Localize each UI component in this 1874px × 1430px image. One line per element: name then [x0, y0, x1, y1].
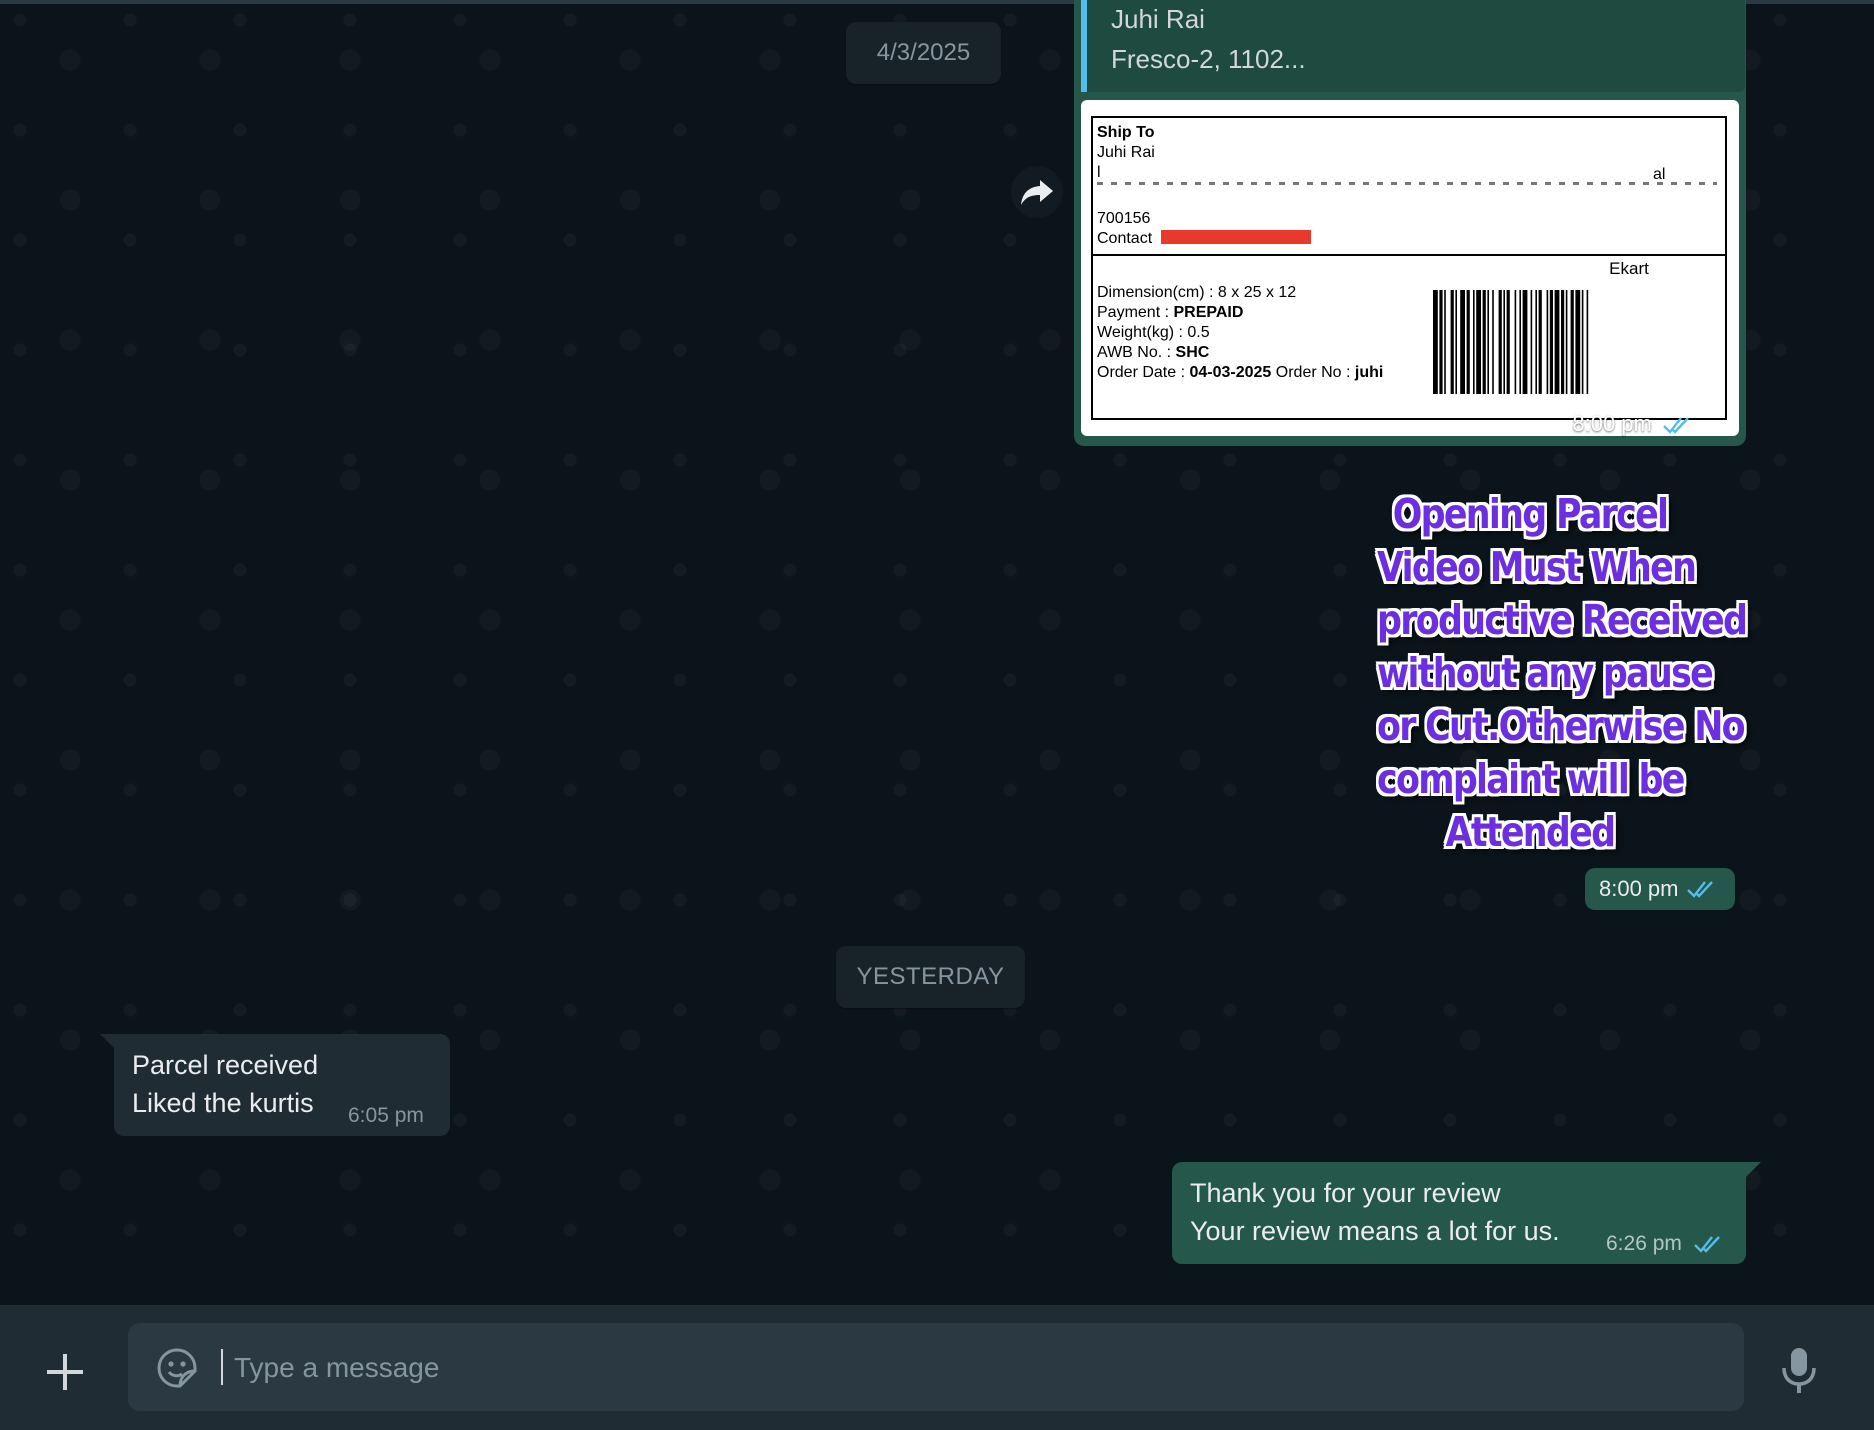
sticker-message[interactable]: Opening Parcel Video Must When productive …	[1377, 488, 1748, 864]
double-check-icon	[1663, 417, 1689, 434]
plus-icon	[47, 1354, 83, 1390]
barcode-bar	[1586, 290, 1589, 394]
barcode-bar	[1466, 290, 1470, 394]
contact-label: Contact	[1097, 230, 1153, 247]
sticker-button[interactable]	[156, 1347, 198, 1389]
message-input[interactable]	[232, 1337, 1716, 1399]
dimension: Dimension(cm) : 8 x 25 x 12	[1097, 284, 1297, 301]
barcode-bar	[1498, 290, 1502, 394]
message-time: 8:00 pm	[1572, 411, 1692, 437]
mic-icon	[1782, 1348, 1816, 1393]
barcode-bar	[1439, 290, 1443, 394]
barcode-bar	[1460, 290, 1465, 394]
barcode-bar	[1575, 290, 1581, 394]
barcode-bar	[1455, 290, 1457, 394]
message-time: 6:26 pm	[1606, 1232, 1724, 1256]
barcode-bar	[1450, 290, 1454, 394]
shipping-label-image[interactable]: Ship To Juhi Rai l al 700156 Contact Eka…	[1081, 100, 1739, 436]
message-text-line: Thank you for your review	[1190, 1178, 1501, 1208]
ship-to-section: Ship To Juhi Rai l al 700156 Contact	[1093, 118, 1725, 256]
voice-message-button[interactable]	[1776, 1345, 1822, 1395]
sticker-text-line: Opening Parcel	[1392, 490, 1669, 538]
double-check-icon	[1693, 1236, 1720, 1254]
order-details: Order Date : 04-03-2025 Order No : juhi	[1097, 364, 1384, 381]
message-time: 6:05 pm	[348, 1104, 424, 1127]
incoming-message[interactable]: Parcel received Liked the kurtis 6:05 pm	[114, 1034, 450, 1136]
bubble-tail	[1745, 1162, 1761, 1178]
barcode-bar	[1476, 290, 1481, 394]
date-separator: 4/3/2025	[846, 22, 1001, 84]
awb-number: AWB No. : SHC	[1097, 344, 1210, 361]
barcode-bar	[1581, 290, 1584, 394]
forward-button[interactable]	[1011, 166, 1063, 218]
barcode-bar	[1506, 290, 1510, 394]
forward-icon	[1021, 180, 1053, 205]
barcode-bar	[1444, 290, 1446, 394]
barcode-bar	[1433, 290, 1438, 394]
barcode-bar	[1514, 290, 1517, 394]
barcode-bar	[1565, 290, 1568, 394]
quoted-message[interactable]: Juhi Rai Fresco-2, 1102...	[1081, 0, 1745, 92]
pincode: 700156	[1097, 210, 1151, 227]
sticker-time: 8:00 pm	[1585, 868, 1735, 910]
barcode-bar	[1492, 290, 1494, 394]
message-text-line: Parcel received	[132, 1050, 319, 1080]
sticker-text-line: without any pause	[1377, 649, 1714, 697]
ship-to-heading: Ship To	[1097, 124, 1155, 141]
barcode-bar	[1530, 290, 1533, 394]
recipient-name: Juhi Rai	[1097, 144, 1155, 161]
quoted-author: Juhi Rai	[1111, 4, 1205, 34]
redacted-contact	[1161, 230, 1311, 244]
barcode-bar	[1482, 290, 1486, 394]
shipping-label-message[interactable]: Juhi Rai Fresco-2, 1102... Ship To Juhi …	[1074, 0, 1746, 446]
address-partial: l	[1097, 164, 1101, 181]
chat-panel[interactable]: 4/3/2025 Juhi Rai Fresco-2, 1102... Ship…	[0, 0, 1874, 1305]
date-separator: YESTERDAY	[836, 946, 1025, 1008]
sticker-text-line: productive Received	[1377, 596, 1748, 644]
message-text-line: Liked the kurtis	[132, 1088, 314, 1118]
message-input-box[interactable]	[128, 1323, 1744, 1411]
barcode-bar	[1549, 290, 1553, 394]
message-text-line: Your review means a lot for us.	[1190, 1216, 1560, 1246]
barcode-bar	[1554, 290, 1560, 394]
text-caret	[221, 1349, 223, 1385]
barcode-bar	[1519, 290, 1521, 394]
barcode-bar	[1522, 290, 1528, 394]
sticker-text-line: Video Must When	[1377, 543, 1697, 591]
payment: Payment : PREPAID	[1097, 304, 1244, 321]
composer-bar	[0, 1305, 1874, 1430]
attach-button[interactable]	[42, 1349, 88, 1395]
barcode-bar	[1538, 290, 1542, 394]
outgoing-message[interactable]: Thank you for your review Your review me…	[1172, 1162, 1746, 1264]
barcode-bar	[1503, 290, 1505, 394]
sticker-text-line: Attended	[1445, 808, 1616, 856]
sticker-icon	[157, 1348, 197, 1388]
courier-name: Ekart	[1609, 259, 1649, 278]
barcode-bar	[1487, 290, 1489, 394]
barcode-bar	[1535, 290, 1537, 394]
barcode-bar	[1570, 290, 1574, 394]
barcode	[1433, 290, 1589, 394]
barcode-bar	[1546, 290, 1549, 394]
label-frame: Ship To Juhi Rai l al 700156 Contact Eka…	[1091, 116, 1727, 420]
quoted-text: Fresco-2, 1102...	[1111, 44, 1306, 74]
sticker-text-line: complaint will be	[1377, 755, 1685, 803]
double-check-icon	[1686, 881, 1713, 898]
cropped-address-line	[1097, 182, 1717, 185]
sticker-text-line: or Cut.Otherwise No	[1377, 702, 1746, 750]
barcode-bar	[1473, 290, 1475, 394]
barcode-bar	[1561, 290, 1565, 394]
weight: Weight(kg) : 0.5	[1097, 324, 1210, 341]
